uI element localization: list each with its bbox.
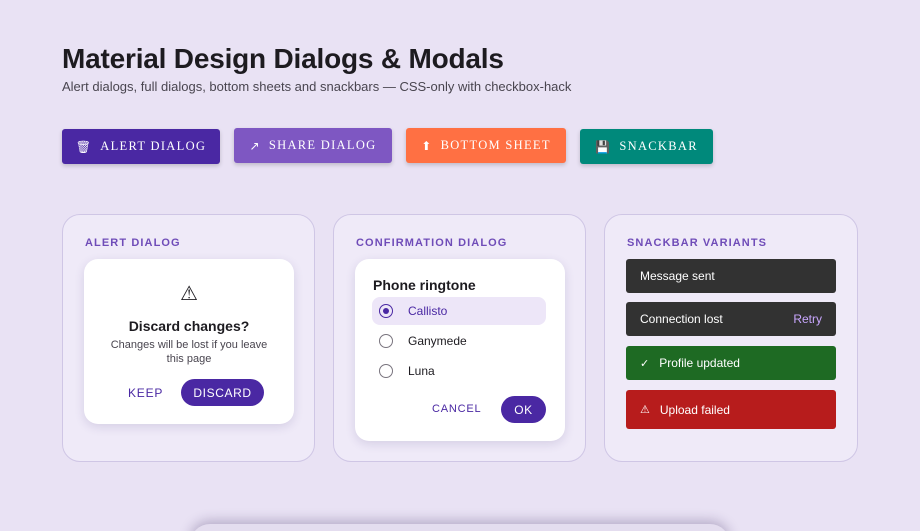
dialog-body: Changes will be lost if you leave this p…: [110, 339, 268, 365]
bottom-sheet-peek: [190, 524, 730, 531]
trash-icon: 🗑: [75, 139, 93, 154]
card-label: SNACKBAR VARIANTS: [627, 237, 768, 249]
ringtone-option-callisto[interactable]: Callisto: [372, 297, 546, 325]
alert-dialog: ⚠ Discard changes? Changes will be lost …: [84, 259, 294, 424]
dialog-title: Discard changes?: [128, 318, 250, 334]
retry-button[interactable]: Retry: [793, 302, 822, 336]
snackbar-button-label: SNACKBAR: [619, 139, 698, 153]
cancel-button[interactable]: CANCEL: [432, 403, 481, 415]
alert-dialog-card: ALERT DIALOG ⚠ Discard changes? Changes …: [62, 214, 315, 462]
snackbar-connection-lost: Connection lost Retry: [626, 302, 836, 336]
page-subtitle: Alert dialogs, full dialogs, bottom shee…: [62, 79, 572, 94]
discard-button[interactable]: DISCARD: [181, 379, 264, 406]
dialog-title: Phone ringtone: [373, 277, 476, 293]
snackbar-text: Connection lost: [640, 312, 723, 326]
radio-label: Callisto: [408, 304, 448, 318]
snackbar-variants-card: SNACKBAR VARIANTS Message sent Connectio…: [604, 214, 858, 462]
snackbar-message-sent: Message sent: [626, 259, 836, 293]
snackbar-upload-failed: ⚠ Upload failed: [626, 390, 836, 429]
confirmation-dialog: Phone ringtone Callisto Ganymede Luna CA…: [355, 259, 565, 441]
alert-dialog-button-label: ALERT DIALOG: [100, 139, 207, 153]
radio-selected-icon[interactable]: [379, 304, 393, 318]
alert-dialog-button[interactable]: 🗑 ALERT DIALOG: [62, 129, 220, 164]
snackbar-text: Upload failed: [659, 402, 730, 417]
snackbar-text: Message sent: [640, 269, 715, 283]
confirmation-dialog-card: CONFIRMATION DIALOG Phone ringtone Calli…: [333, 214, 586, 462]
check-icon: ✓: [640, 356, 650, 370]
ok-button[interactable]: OK: [501, 396, 546, 423]
ringtone-option-luna[interactable]: Luna: [372, 357, 546, 385]
snackbar-button[interactable]: 💾 SNACKBAR: [580, 129, 713, 164]
floppy-disk-icon: 💾: [595, 139, 612, 154]
warning-icon: ⚠: [640, 403, 650, 416]
bottom-sheet-button-label: BOTTOM SHEET: [440, 138, 551, 152]
snackbar-text: Profile updated: [659, 356, 740, 370]
radio-unselected-icon[interactable]: [379, 334, 393, 348]
card-label: ALERT DIALOG: [85, 237, 181, 249]
bottom-sheet-button[interactable]: ⬆ BOTTOM SHEET: [406, 128, 566, 163]
share-dialog-button[interactable]: ↗ SHARE DIALOG: [234, 128, 392, 163]
radio-label: Ganymede: [408, 334, 467, 348]
ringtone-option-ganymede[interactable]: Ganymede: [372, 327, 546, 355]
share-arrow-icon: ↗: [249, 138, 261, 153]
share-dialog-button-label: SHARE DIALOG: [268, 138, 377, 152]
snackbar-profile-updated: ✓ Profile updated: [626, 346, 836, 380]
page-title: Material Design Dialogs & Modals: [62, 43, 504, 74]
card-label: CONFIRMATION DIALOG: [356, 237, 508, 249]
upload-arrow-icon: ⬆: [421, 138, 433, 153]
radio-label: Luna: [408, 364, 435, 378]
radio-unselected-icon[interactable]: [379, 364, 393, 378]
keep-button[interactable]: KEEP: [128, 386, 163, 400]
warning-icon: ⚠: [180, 281, 198, 305]
